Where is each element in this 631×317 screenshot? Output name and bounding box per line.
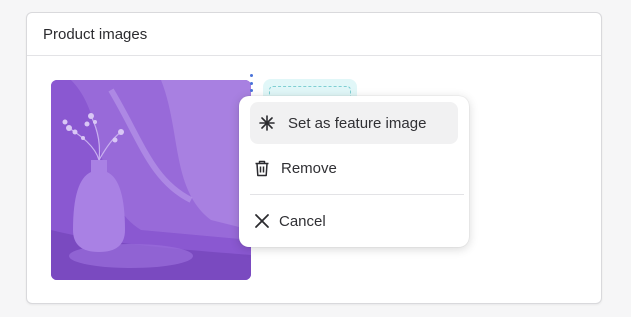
remove-item[interactable]: Remove: [239, 147, 469, 189]
close-icon: [251, 210, 273, 232]
asterisk-icon: [256, 112, 278, 134]
card-title: Product images: [27, 13, 601, 56]
menu-item-label: Remove: [281, 159, 337, 177]
product-image-thumbnail[interactable]: [51, 80, 251, 280]
more-actions-icon[interactable]: [245, 73, 257, 93]
menu-divider: [250, 194, 464, 195]
set-feature-image-item[interactable]: Set as feature image: [250, 102, 458, 144]
menu-item-label: Cancel: [279, 212, 326, 230]
cancel-item[interactable]: Cancel: [239, 200, 469, 242]
image-actions-menu: Set as feature image Remove Cancel: [239, 96, 469, 247]
trash-icon: [251, 157, 273, 179]
menu-item-label: Set as feature image: [288, 114, 427, 132]
product-image: [51, 80, 251, 280]
